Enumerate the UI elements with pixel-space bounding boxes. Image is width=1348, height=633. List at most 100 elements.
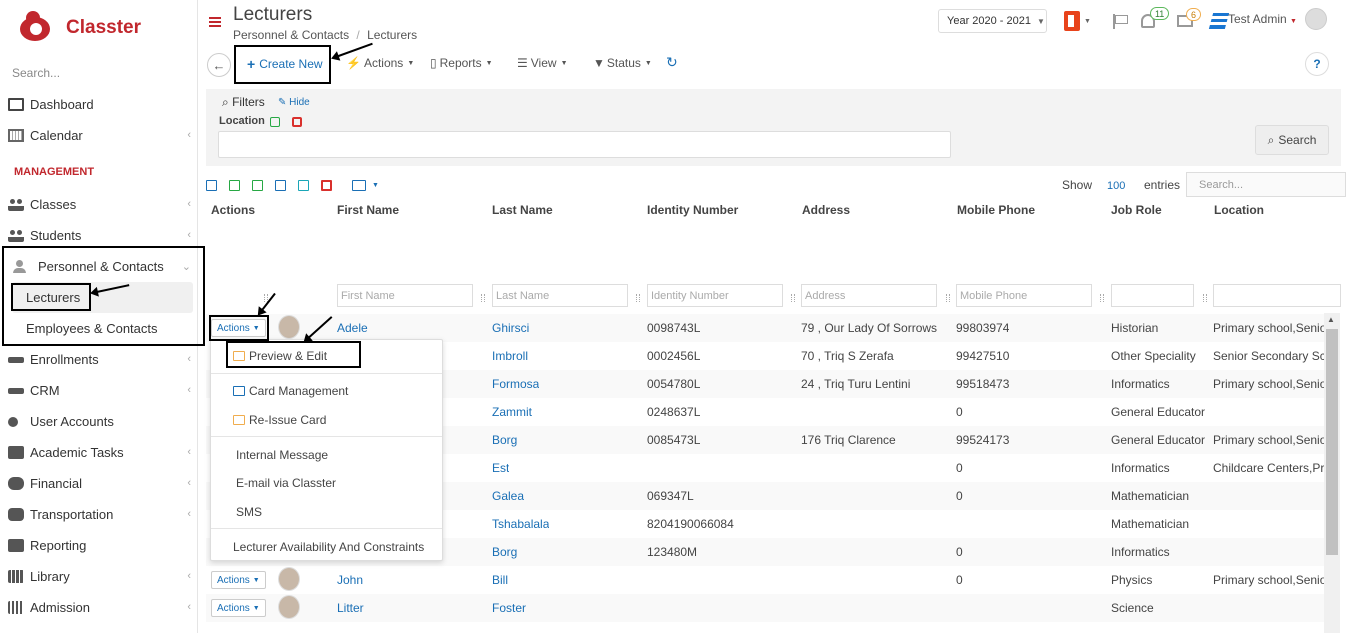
reports-menu-button[interactable]: ▯ Reports ▼ [430, 56, 493, 70]
mobile-phone-filter[interactable]: Mobile Phone [956, 284, 1092, 307]
cell-last-name[interactable]: Tshabalala [492, 517, 549, 531]
sidebar-item-students[interactable]: Students ‹ [0, 220, 197, 251]
cell-last-name[interactable]: Imbroll [492, 349, 528, 363]
cell-first-name[interactable]: John [337, 573, 363, 587]
row-actions-button[interactable]: Actions ▼ [211, 319, 266, 337]
cell-last-name[interactable]: Borg [492, 545, 517, 559]
filters-search-button[interactable]: ⌕ Search [1255, 125, 1329, 155]
sidebar-search-input[interactable]: Search... [0, 55, 197, 91]
drag-handle-icon[interactable] [1100, 294, 1104, 302]
select-all-rows-icon[interactable] [298, 179, 309, 191]
avatar[interactable] [278, 315, 300, 339]
availability-item[interactable]: Lecturer Availability And Constraints [211, 533, 442, 561]
identity-number-filter[interactable]: Identity Number [647, 284, 783, 307]
drag-handle-icon[interactable] [481, 294, 485, 302]
columns-icon[interactable] [352, 179, 366, 191]
sidebar-subitem-lecturers[interactable]: Lecturers [12, 282, 193, 313]
user-avatar[interactable] [1305, 8, 1327, 30]
sidebar-item-user-accounts[interactable]: User Accounts [0, 406, 197, 437]
location-column-filter[interactable] [1213, 284, 1341, 307]
table-search-input[interactable]: Search... [1186, 172, 1346, 197]
bell-icon[interactable]: 11 [1140, 7, 1170, 28]
cell-last-name[interactable]: Zammit [492, 405, 532, 419]
sidebar-item-admission[interactable]: Admission ‹ [0, 592, 197, 623]
status-menu-button[interactable]: ▼ Status ▼ [593, 56, 652, 70]
cell-last-name[interactable]: Galea [492, 489, 524, 503]
job-role-filter[interactable] [1111, 284, 1194, 307]
sidebar-item-library[interactable]: Library ‹ [0, 561, 197, 592]
sidebar-subitem-employees[interactable]: Employees & Contacts [0, 313, 197, 344]
page-size-select[interactable]: 100 [1107, 180, 1125, 192]
sidebar-item-dashboard[interactable]: Dashboard [0, 89, 197, 120]
drag-handle-icon[interactable] [791, 294, 795, 302]
sidebar-item-financial[interactable]: Financial ‹ [0, 468, 197, 499]
cell-last-name[interactable]: Foster [492, 601, 526, 615]
drag-handle-icon[interactable] [636, 294, 640, 302]
help-button[interactable]: ? [1305, 52, 1329, 76]
table-scrollbar[interactable]: ▲ [1324, 313, 1340, 633]
address-filter[interactable]: Address [801, 284, 937, 307]
column-header-first-name[interactable]: First Name [337, 203, 399, 217]
cell-first-name[interactable]: Adele [337, 321, 368, 335]
sidebar-item-academic-tasks[interactable]: Academic Tasks ‹ [0, 437, 197, 468]
column-header-last-name[interactable]: Last Name [492, 203, 553, 217]
location-filter-input[interactable] [218, 131, 951, 158]
breadcrumb-parent[interactable]: Personnel & Contacts [233, 28, 349, 42]
year-select[interactable]: Year 2020 - 2021 ▼ [938, 9, 1047, 33]
avatar[interactable] [278, 567, 300, 591]
sidebar-item-personnel[interactable]: Personnel & Contacts ⌄ [0, 251, 197, 282]
create-new-button[interactable]: + Create New [247, 56, 323, 72]
column-header-actions[interactable]: Actions [211, 203, 255, 217]
back-button[interactable]: ← [207, 53, 231, 77]
reissue-card-item[interactable]: Re-Issue Card [211, 406, 442, 434]
cell-last-name[interactable]: Ghirsci [492, 321, 529, 335]
drag-handle-icon[interactable] [1203, 294, 1207, 302]
clear-selection-icon[interactable] [292, 117, 302, 127]
sidebar-item-crm[interactable]: CRM ‹ [0, 375, 197, 406]
sidebar-item-reporting[interactable]: Reporting [0, 530, 197, 561]
column-header-identity-number[interactable]: Identity Number [647, 203, 738, 217]
actions-menu-button[interactable]: ⚡ Actions ▼ [346, 56, 414, 70]
cell-last-name[interactable]: Est [492, 461, 509, 475]
column-header-location[interactable]: Location [1214, 203, 1264, 217]
card-management-item[interactable]: Card Management [211, 377, 442, 405]
sidebar-item-classes[interactable]: Classes ‹ [0, 189, 197, 220]
filters-hide-link[interactable]: ✎ Hide [278, 97, 310, 108]
preview-edit-item[interactable]: Preview & Edit [211, 342, 442, 370]
mail-icon[interactable]: 6 [1176, 8, 1201, 27]
column-header-address[interactable]: Address [802, 203, 850, 217]
office-icon[interactable] [1064, 11, 1080, 31]
cell-last-name[interactable]: Bill [492, 573, 508, 587]
refresh-icon[interactable]: ↻ [666, 54, 678, 71]
sms-item[interactable]: SMS [211, 498, 442, 526]
stack-icon[interactable] [1208, 13, 1230, 29]
excel-icon[interactable] [229, 179, 240, 191]
sidebar-item-transportation[interactable]: Transportation ‹ [0, 499, 197, 530]
csv-icon[interactable] [252, 179, 263, 191]
sidebar-item-calendar[interactable]: Calendar ‹ [0, 120, 197, 151]
scrollbar-thumb[interactable] [1326, 329, 1338, 555]
menu-toggle-icon[interactable] [209, 17, 221, 27]
copy-icon[interactable] [275, 179, 286, 191]
scroll-up-icon[interactable]: ▲ [1327, 315, 1335, 324]
select-all-icon[interactable] [270, 117, 280, 127]
column-header-job-role[interactable]: Job Role [1111, 203, 1162, 217]
row-actions-button[interactable]: Actions ▼ [211, 571, 266, 589]
first-name-filter[interactable]: First Name [337, 284, 473, 307]
last-name-filter[interactable]: Last Name [492, 284, 628, 307]
internal-message-item[interactable]: Internal Message [211, 441, 442, 469]
cell-first-name[interactable]: Litter [337, 601, 364, 615]
flag-icon[interactable] [1112, 13, 1128, 29]
sidebar-item-enrollments[interactable]: Enrollments ‹ [0, 344, 197, 375]
row-actions-button[interactable]: Actions ▼ [211, 599, 266, 617]
cell-last-name[interactable]: Borg [492, 433, 517, 447]
print-icon[interactable] [206, 179, 217, 191]
column-header-mobile-phone[interactable]: Mobile Phone [957, 203, 1035, 217]
drag-handle-icon[interactable] [946, 294, 950, 302]
view-menu-button[interactable]: ☰ View ▼ [517, 56, 568, 70]
user-menu[interactable]: Test Admin ▼ [1228, 12, 1297, 26]
cell-last-name[interactable]: Formosa [492, 377, 539, 391]
avatar[interactable] [278, 595, 300, 619]
deselect-rows-icon[interactable] [321, 179, 332, 191]
brand[interactable]: Classter [0, 0, 197, 55]
